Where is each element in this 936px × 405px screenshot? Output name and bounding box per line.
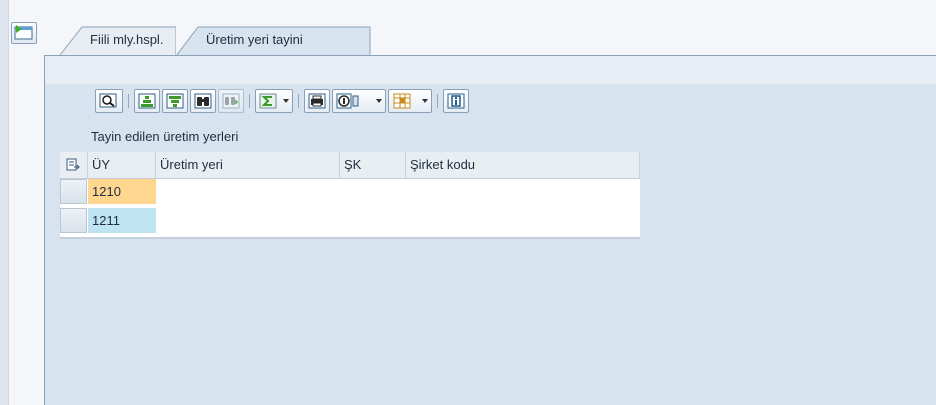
layout-button[interactable] [388,89,432,113]
tab-label: Üretim yeri tayini [206,32,303,47]
sort-descending-icon [166,93,184,109]
screen-structure-button[interactable] [11,22,37,44]
grid-title: Tayin edilen üretim yerleri [91,129,239,144]
column-header-sk[interactable]: ŞK [340,152,406,178]
table-row[interactable]: 1211 [60,208,640,234]
sort-descending-button[interactable] [162,89,188,113]
content-header-strip [45,56,936,84]
toolbar-separator [249,94,250,108]
dropdown-arrow-icon [283,99,289,103]
table-row[interactable]: 1210 [60,179,640,205]
left-rail [0,0,9,405]
column-header-uy[interactable]: ÜY [88,152,156,178]
layout-icon [393,93,411,109]
row-selector[interactable] [60,208,87,233]
cell-uy[interactable]: 1211 [88,208,156,233]
print-icon [308,93,326,109]
find-button[interactable] [190,89,216,113]
grid-header: ÜY Üretim yeri ŞK Şirket kodu [60,152,640,179]
column-header-uretim-yeri[interactable]: Üretim yeri [156,152,340,178]
row-selector[interactable] [60,179,87,204]
toolbar-separator [298,94,299,108]
info-icon [447,93,465,109]
details-button[interactable] [95,89,123,113]
toolbar-separator [128,94,129,108]
dropdown-arrow-icon [376,99,382,103]
info-button[interactable] [443,89,469,113]
cell-uy[interactable]: 1210 [88,179,156,204]
tab-uretim-yeri-tayini[interactable]: Üretim yeri tayini [176,25,402,56]
dropdown-arrow-icon [422,99,428,103]
sum-button[interactable] [255,89,293,113]
grid-bottom-edge [60,237,640,239]
details-icon [99,93,117,108]
find-next-button[interactable] [218,89,244,113]
tab-content-panel: Tayin edilen üretim yerleri ÜY Üretim ye… [44,56,936,405]
select-all-icon [66,158,80,171]
select-all-button[interactable] [60,152,88,178]
find-next-icon [222,93,240,109]
print-button[interactable] [304,89,330,113]
views-icon [336,93,359,109]
views-button[interactable] [332,89,386,113]
toolbar-separator [437,94,438,108]
find-icon [194,93,212,109]
tab-label: Fiili mly.hspl. [90,32,164,47]
sort-ascending-icon [138,93,156,109]
column-header-sirket-kodu[interactable]: Şirket kodu [406,152,640,178]
sort-ascending-button[interactable] [134,89,160,113]
sum-icon [259,93,277,109]
grid-body: 1210 1211 [60,179,640,237]
screen-structure-icon [14,25,33,40]
